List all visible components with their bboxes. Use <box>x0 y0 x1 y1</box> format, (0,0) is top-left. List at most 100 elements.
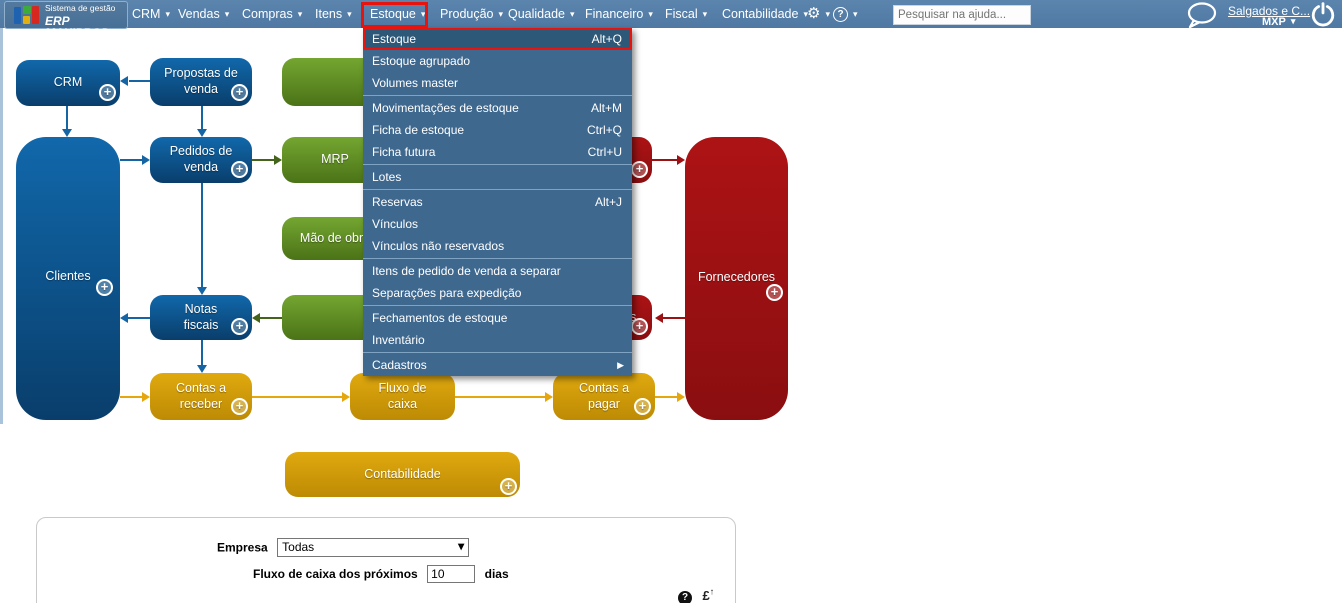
menu-item-movimentacoes-de-estoque[interactable]: Movimentações de estoque Alt+M <box>363 97 632 119</box>
chevron-down-icon: ▾ <box>347 9 352 19</box>
menu-item-ficha-de-estoque[interactable]: Ficha de estoque Ctrl+Q <box>363 119 632 141</box>
chevron-down-icon: ▾ <box>702 9 708 19</box>
flow-arrowhead <box>120 313 128 323</box>
flow-arrow <box>663 317 685 319</box>
flow-arrow <box>252 159 274 161</box>
flow-arrowhead <box>197 365 207 373</box>
plus-icon[interactable]: + <box>96 279 113 296</box>
menu-item-ficha-futura[interactable]: Ficha futura Ctrl+U <box>363 141 632 163</box>
chevron-down-icon: ▾ <box>648 9 653 19</box>
flow-box-contas-a-receber[interactable]: Contas a receber + <box>150 373 252 420</box>
flow-arrow <box>120 159 142 161</box>
menu-separator <box>363 352 632 353</box>
menu-item-estoque-agrupado[interactable]: Estoque agrupado <box>363 50 632 72</box>
flow-arrowhead <box>142 392 150 402</box>
plus-icon[interactable]: + <box>231 398 248 415</box>
flow-arrowhead <box>655 313 663 323</box>
select-chevron-icon: ▾ <box>458 539 465 553</box>
plus-icon[interactable]: + <box>631 318 648 335</box>
submenu-arrow-icon: ▶ <box>617 360 624 370</box>
logout-power-icon[interactable] <box>1310 2 1336 33</box>
nav-producao[interactable]: Produção ▾ <box>440 0 503 28</box>
menu-item-lotes[interactable]: Lotes <box>363 166 632 188</box>
menu-separator <box>363 189 632 190</box>
fluxo-days-input[interactable] <box>427 565 476 583</box>
account-org-selector[interactable]: MXP ▾ <box>1262 16 1295 28</box>
menu-item-vinculos[interactable]: Vínculos <box>363 213 632 235</box>
nav-crm[interactable]: CRM ▾ <box>132 0 170 28</box>
flow-arrow <box>652 159 677 161</box>
menu-item-itens-de-pedido-de-venda-a-separar[interactable]: Itens de pedido de venda a separar <box>363 260 632 282</box>
plus-icon[interactable]: + <box>766 284 783 301</box>
logo-text: Sistema de gestão ERP MAXIPROD <box>45 3 116 40</box>
left-edge-strip <box>0 28 3 424</box>
chevron-down-icon: ▾ <box>165 9 170 19</box>
plus-icon[interactable]: + <box>631 161 648 178</box>
app-logo[interactable]: Sistema de gestão ERP MAXIPROD <box>4 1 128 39</box>
flow-box-fornecedores[interactable]: Fornecedores + <box>685 137 788 420</box>
menu-item-inventario[interactable]: Inventário <box>363 329 632 351</box>
help-question-icon[interactable]: ? <box>678 591 692 603</box>
menu-item-separacoes-para-expedicao[interactable]: Separações para expedição <box>363 282 632 304</box>
logo-block-yellow <box>23 16 30 24</box>
flow-arrowhead <box>342 392 350 402</box>
nav-fiscal[interactable]: Fiscal ▾ <box>665 0 707 28</box>
flow-box-contas-a-pagar[interactable]: Contas a pagar + <box>553 373 655 420</box>
menu-item-fechamentos-de-estoque[interactable]: Fechamentos de estoque <box>363 307 632 329</box>
plus-icon[interactable]: + <box>99 84 116 101</box>
chevron-down-icon: ▾ <box>825 9 830 19</box>
chevron-down-icon: ▾ <box>224 9 230 19</box>
menu-separator <box>363 258 632 259</box>
flow-box-fluxo-de-caixa[interactable]: Fluxo de caixa <box>350 373 455 420</box>
plus-icon[interactable]: + <box>231 318 248 335</box>
menu-item-reservas[interactable]: Reservas Alt+J <box>363 191 632 213</box>
estoque-dropdown-menu: Estoque Alt+Q Estoque agrupado Volumes ma… <box>363 28 632 376</box>
flow-arrowhead <box>545 392 553 402</box>
chevron-down-icon: ▾ <box>297 9 303 19</box>
flow-arrowhead <box>62 129 72 137</box>
settings-gear-icon[interactable]: ⚙ ▾ <box>807 0 830 28</box>
flow-arrow <box>260 317 282 319</box>
flow-arrow <box>455 396 545 398</box>
plus-icon[interactable]: + <box>500 478 517 495</box>
empresa-field-row: Empresa Todas ▾ <box>217 538 470 557</box>
flow-arrow <box>201 340 203 365</box>
flow-arrowhead <box>677 155 685 165</box>
menu-item-estoque[interactable]: Estoque Alt+Q <box>363 28 632 50</box>
flow-arrowhead <box>197 287 207 295</box>
flow-arrow <box>252 396 342 398</box>
plus-icon[interactable]: + <box>231 161 248 178</box>
flow-box-contabilidade[interactable]: Contabilidade + <box>285 452 520 497</box>
flow-box-pedidos-de-venda[interactable]: Pedidos de venda + <box>150 137 252 183</box>
erp-page: Sistema de gestão ERP MAXIPROD CRM ▾ Vend… <box>0 0 1342 603</box>
flow-arrowhead <box>252 313 260 323</box>
flow-box-crm[interactable]: CRM + <box>16 60 120 106</box>
flow-box-clientes[interactable]: Clientes + <box>16 137 120 420</box>
menu-separator <box>363 305 632 306</box>
nav-itens[interactable]: Itens ▾ <box>315 0 352 28</box>
flow-arrow <box>66 106 68 129</box>
plus-icon[interactable]: + <box>231 84 248 101</box>
flow-box-notas-fiscais[interactable]: Notas fiscais + <box>150 295 252 340</box>
flow-box-propostas-de-venda[interactable]: Propostas de venda + <box>150 58 252 106</box>
nav-contabilidade[interactable]: Contabilidade ▾ <box>722 0 808 28</box>
logo-block-red <box>32 6 39 24</box>
menu-item-vinculos-nao-reservados[interactable]: Vínculos não reservados <box>363 235 632 257</box>
fluxo-suffix-label: dias <box>484 567 509 582</box>
nav-qualidade[interactable]: Qualidade ▾ <box>508 0 575 28</box>
plus-icon[interactable]: + <box>634 398 651 415</box>
nav-compras[interactable]: Compras ▾ <box>242 0 302 28</box>
help-icon[interactable]: ? ▾ <box>833 0 858 28</box>
nav-financeiro[interactable]: Financeiro ▾ <box>585 0 653 28</box>
menu-item-volumes-master[interactable]: Volumes master <box>363 72 632 94</box>
cash-flow-filter-panel <box>36 517 736 603</box>
menu-item-cadastros[interactable]: Cadastros ▶ <box>363 354 632 376</box>
chevron-down-icon: ▾ <box>1290 16 1296 26</box>
search-input[interactable] <box>893 5 1031 25</box>
flow-arrow <box>201 183 203 287</box>
nav-estoque[interactable]: Estoque ▾ <box>370 0 425 28</box>
empresa-select[interactable]: Todas ▾ <box>277 538 470 557</box>
nav-vendas[interactable]: Vendas ▾ <box>178 0 229 28</box>
chat-bubble-icon[interactable] <box>1182 2 1222 33</box>
currency-refresh-icon[interactable]: £↑ <box>702 587 714 603</box>
